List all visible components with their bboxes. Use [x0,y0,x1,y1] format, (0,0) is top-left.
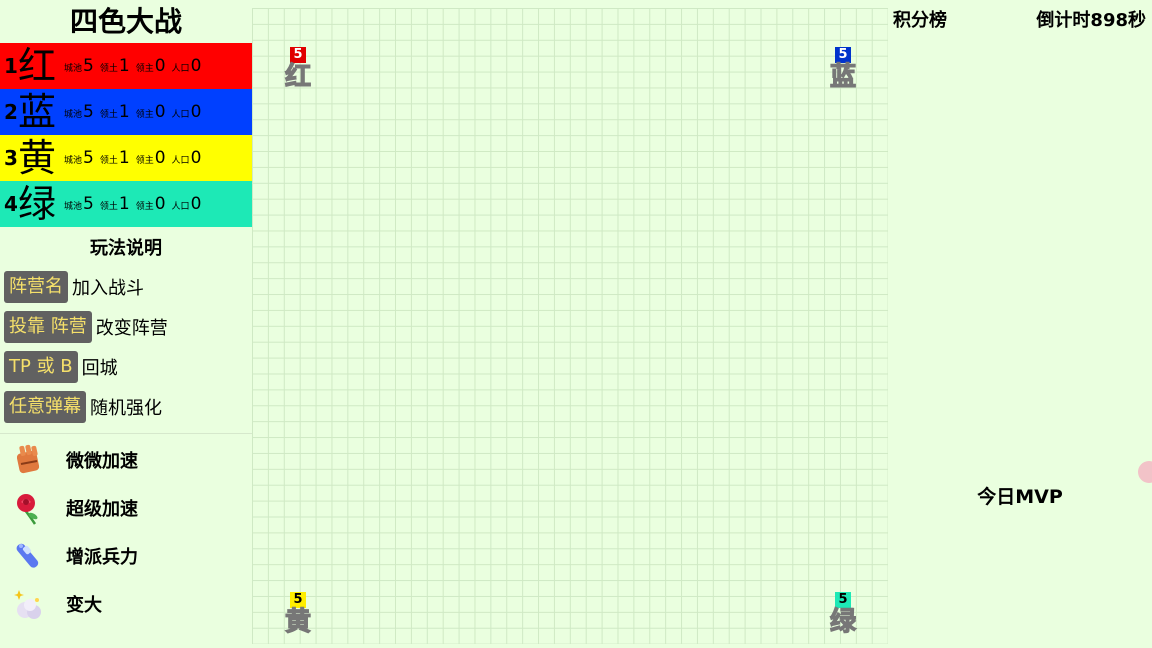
stat-cities: 城池 5 [64,102,94,122]
right-panel: 积分榜 倒计时898秒 今日MVP [888,0,1152,648]
stat-lords: 领主 0 [135,148,166,168]
rule-switch-team: 投靠 阵营 改变阵营 [0,307,252,347]
base-label: 红 [284,62,311,92]
stat-population: 人口 0 [171,148,202,168]
rule-description: 随机强化 [90,398,162,419]
stat-population: 人口 0 [171,194,202,214]
stat-cities: 城池 5 [64,148,94,168]
divider [0,433,252,434]
team-rank: 2 [4,100,18,124]
gift-name: 变大 [66,595,102,616]
base-count: 5 [835,592,851,608]
command-chip: TP 或 B [4,351,78,383]
avatar-bubble-icon [1138,461,1152,483]
command-chip: 投靠 阵营 [4,311,92,343]
rule-random-buff: 任意弹幕 随机强化 [0,387,252,427]
game-title: 四色大战 [69,5,182,38]
team-row-blue: 2 蓝 城池 5 领土 1 领主 0 人口 0 [0,89,252,135]
stat-cities: 城池 5 [64,56,94,76]
left-panel: 四色大战 1 红 城池 5 领土 1 领主 0 人口 0 2 蓝 城池 5 领土 1 领主 0… [0,0,252,648]
sparkle-gift-icon [10,585,48,623]
team-name: 红 [18,44,57,88]
team-name: 黄 [18,136,57,180]
team-rank: 4 [4,192,18,216]
wand-gift-icon [10,537,48,575]
gift-name: 微微加速 [66,451,138,472]
team-rank: 1 [4,54,18,78]
rule-return-base: TP 或 B 回城 [0,347,252,387]
stat-population: 人口 0 [171,102,202,122]
game-board: 5 红 5 蓝 5 黄 5 绿 [252,8,888,644]
team-row-yellow: 3 黄 城池 5 领土 1 领主 0 人口 0 [0,135,252,181]
gift-row-speed-small: 微微加速 [0,436,252,484]
stat-territory: 领土 1 [99,102,130,122]
gift-name: 超级加速 [66,499,138,520]
rule-description: 改变阵营 [95,318,168,339]
command-chip: 阵营名 [4,271,68,303]
base-red: 5 红 [278,43,318,92]
rule-join: 阵营名 加入战斗 [0,267,252,307]
gift-row-enlarge: 变大 [0,580,252,628]
base-label: 黄 [284,607,311,637]
rose-gift-icon [10,489,48,527]
base-blue: 5 蓝 [823,43,863,92]
stat-population: 人口 0 [171,56,202,76]
base-yellow: 5 黄 [278,588,318,637]
base-label: 蓝 [829,62,856,92]
mvp-title: 今日MVP [977,486,1063,508]
gift-row-speed-super: 超级加速 [0,484,252,532]
glove-gift-icon [10,441,48,479]
stat-lords: 领主 0 [135,194,166,214]
rule-description: 加入战斗 [72,278,144,299]
rules-title: 玩法说明 [90,238,162,259]
gift-row-reinforce: 增派兵力 [0,532,252,580]
base-count: 5 [835,47,851,63]
base-count: 5 [290,592,306,608]
leaderboard-title: 积分榜 [893,10,947,31]
stat-territory: 领土 1 [99,56,130,76]
team-rank: 3 [4,146,18,170]
stat-territory: 领土 1 [99,148,130,168]
stat-lords: 领主 0 [135,102,166,122]
base-green: 5 绿 [823,588,863,637]
countdown-timer: 倒计时898秒 [1036,10,1146,31]
stat-territory: 领土 1 [99,194,130,214]
base-count: 5 [290,47,306,63]
stat-cities: 城池 5 [64,194,94,214]
stat-lords: 领主 0 [135,56,166,76]
team-row-green: 4 绿 城池 5 领土 1 领主 0 人口 0 [0,181,252,227]
gift-name: 增派兵力 [66,547,138,568]
team-row-red: 1 红 城池 5 领土 1 领主 0 人口 0 [0,43,252,89]
team-name: 蓝 [18,90,57,134]
rule-description: 回城 [81,358,118,379]
team-name: 绿 [18,182,57,226]
game-screen: 四色大战 1 红 城池 5 领土 1 领主 0 人口 0 2 蓝 城池 5 领土 1 领主 0… [0,0,1152,648]
base-label: 绿 [829,607,856,637]
command-chip: 任意弹幕 [4,391,86,423]
